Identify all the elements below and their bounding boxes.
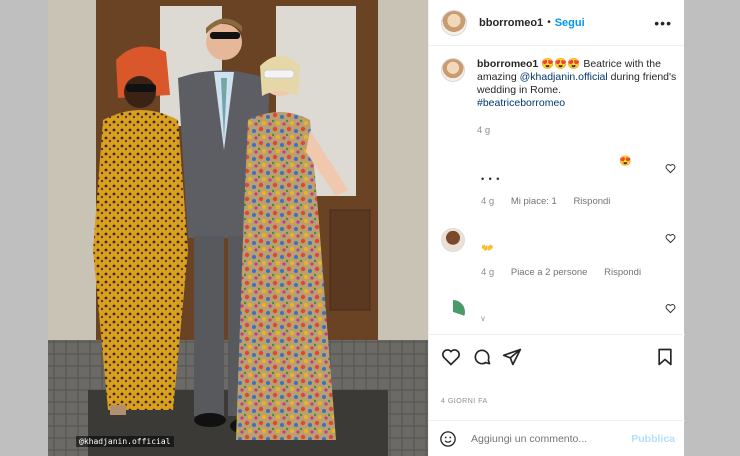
comment-item: v	[481, 314, 485, 323]
caption-mention[interactable]: @khadjanin.official	[520, 71, 608, 83]
like-icon[interactable]	[441, 347, 461, 367]
comment-text: • • •	[481, 174, 501, 184]
comment-likes[interactable]: Mi piace: 1	[511, 196, 557, 207]
commenter-avatar[interactable]	[441, 300, 465, 324]
comment-time: 4 g	[481, 267, 495, 278]
comment-text: 😍	[619, 156, 632, 167]
comment-item: 😍	[619, 156, 631, 167]
caption-username[interactable]: bborromeo1	[477, 58, 538, 70]
publish-button[interactable]: Pubblica	[631, 433, 675, 445]
comment-meta: 4 g Piace a 2 persone Rispondi	[481, 267, 641, 278]
comment-composer: Pubblica	[429, 420, 685, 456]
caption-hashtag[interactable]: #beatriceborromeo	[477, 97, 565, 109]
comment-text: v	[481, 314, 485, 323]
left-backdrop	[0, 0, 48, 456]
post-caption: bborromeo1 😍😍😍 Beatrice with the amazing…	[441, 58, 677, 137]
emoji-icon[interactable]	[439, 430, 457, 448]
caption-avatar[interactable]	[441, 58, 465, 82]
caption-text: bborromeo1 😍😍😍 Beatrice with the amazing…	[477, 58, 677, 137]
comment-like-icon[interactable]	[665, 163, 676, 174]
action-bar	[429, 334, 685, 376]
post-photo[interactable]: @khadjanin.official	[48, 0, 428, 456]
post-header: bborromeo1 • Segui •••	[429, 0, 684, 46]
share-icon[interactable]	[502, 347, 522, 367]
comment-input[interactable]	[471, 432, 632, 445]
comment-like-icon[interactable]	[665, 233, 676, 244]
comment-reply-button[interactable]: Rispondi	[604, 267, 641, 278]
comment-text: 👐	[481, 243, 494, 254]
comment-icon[interactable]	[472, 347, 492, 367]
photo-illustration	[48, 0, 428, 456]
author-avatar[interactable]	[441, 9, 467, 36]
comment-item: 👐	[481, 243, 493, 254]
commenter-avatar[interactable]	[441, 228, 465, 252]
comment-like-icon[interactable]	[665, 303, 676, 314]
comment-likes[interactable]: Piace a 2 persone	[511, 267, 588, 278]
save-icon[interactable]	[655, 347, 675, 367]
comment-meta: 4 g Mi piace: 1 Rispondi	[481, 196, 610, 207]
more-icon[interactable]: •••	[654, 15, 672, 31]
post-date[interactable]: 4 GIORNI FA	[441, 398, 488, 405]
separator-dot: •	[547, 17, 551, 28]
right-backdrop	[684, 0, 740, 456]
comment-reply-button[interactable]: Rispondi	[573, 196, 610, 207]
caption-time: 4 g	[477, 125, 491, 136]
follow-button[interactable]: Segui	[555, 17, 585, 29]
caption-emojis: 😍😍😍	[541, 58, 581, 70]
author-username[interactable]: bborromeo1	[479, 17, 543, 29]
post-panel: bborromeo1 • Segui ••• bborromeo1 😍😍😍 Be…	[428, 0, 685, 456]
photo-user-tag[interactable]: @khadjanin.official	[76, 436, 174, 447]
comment-item: • • •	[481, 174, 500, 184]
comment-time: 4 g	[481, 196, 495, 207]
